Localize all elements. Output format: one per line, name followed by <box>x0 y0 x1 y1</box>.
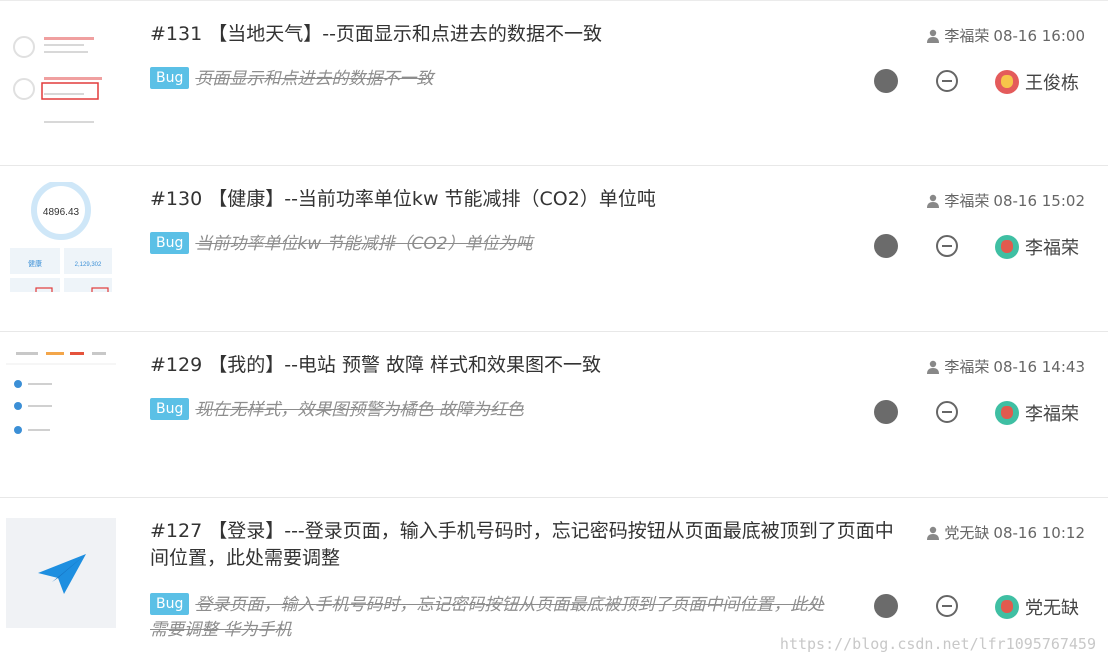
avatar <box>995 401 1019 425</box>
assignee[interactable]: 李福荣 <box>995 400 1079 426</box>
bug-badge: Bug <box>150 67 190 89</box>
user-icon <box>927 360 940 374</box>
assignee[interactable]: 李福荣 <box>995 234 1079 260</box>
avatar <box>995 595 1019 619</box>
issue-time: 08-16 15:02 <box>993 191 1085 210</box>
issue-meta: 李福荣 08-16 15:02 <box>926 190 1085 211</box>
issue-meta: 李福荣 08-16 14:43 <box>926 356 1085 377</box>
reporter-name: 李福荣 <box>944 192 990 210</box>
issue-title[interactable]: #130 【健康】--当前功率单位kw 节能减排（CO2）单位吨 <box>150 186 910 213</box>
watermark: https://blog.csdn.net/lfr1095767459 <box>779 635 1096 653</box>
issue-thumbnail[interactable] <box>6 518 116 628</box>
bug-badge: Bug <box>150 232 190 254</box>
thumbnail-label: 2,129,302 <box>75 262 102 268</box>
bug-badge: Bug <box>150 593 190 615</box>
issue-time: 08-16 16:00 <box>993 26 1085 45</box>
issue-time: 08-16 10:12 <box>993 523 1085 542</box>
issue-thumbnail[interactable] <box>6 348 116 458</box>
assignee-name: 李福荣 <box>1025 238 1079 259</box>
user-icon <box>927 29 940 43</box>
user-icon <box>927 194 940 208</box>
screenshot-thumbnail-image: 4896.43 健康 2,129,302 <box>10 182 112 292</box>
issue-title[interactable]: #129 【我的】--电站 预警 故障 样式和效果图不一致 <box>150 352 910 379</box>
user-icon <box>927 526 940 540</box>
issue-item[interactable]: #131 【当地天气】--页面显示和点进去的数据不一致 李福荣 08-16 16… <box>0 0 1108 166</box>
issue-description-row: Bug 登录页面，输入手机号码时，忘记密码按钮从页面最底被顶到了页面中间位置，此处… <box>150 593 830 643</box>
reporter-name: 李福荣 <box>944 358 990 376</box>
status-indicator[interactable] <box>874 594 898 618</box>
assignee-name: 党无缺 <box>1025 598 1079 619</box>
issue-description: 页面显示和点进去的数据不一致 <box>195 69 434 89</box>
status-indicator[interactable] <box>874 69 898 93</box>
avatar <box>995 70 1019 94</box>
assignee[interactable]: 王俊栋 <box>995 69 1079 95</box>
remove-button[interactable] <box>936 70 958 92</box>
assignee-name: 李福荣 <box>1025 404 1079 425</box>
remove-button[interactable] <box>936 235 958 257</box>
issue-title[interactable]: #131 【当地天气】--页面显示和点进去的数据不一致 <box>150 21 910 48</box>
thumbnail-label: 健康 <box>28 259 42 268</box>
bug-badge: Bug <box>150 398 190 420</box>
issue-time: 08-16 14:43 <box>993 357 1085 376</box>
issue-item[interactable]: #129 【我的】--电站 预警 故障 样式和效果图不一致 李福荣 08-16 … <box>0 332 1108 498</box>
issue-list: #131 【当地天气】--页面显示和点进去的数据不一致 李福荣 08-16 16… <box>0 0 1108 663</box>
issue-description-row: Bug 当前功率单位kw 节能减排（CO2）单位为吨 <box>150 232 830 257</box>
status-indicator[interactable] <box>874 234 898 258</box>
paper-plane-icon <box>38 554 86 594</box>
issue-item[interactable]: 4896.43 健康 2,129,302 #130 【健康】--当前功率单位kw… <box>0 166 1108 332</box>
remove-button[interactable] <box>936 401 958 423</box>
screenshot-thumbnail-image <box>6 352 116 434</box>
issue-description: 登录页面，输入手机号码时，忘记密码按钮从页面最底被顶到了页面中间位置，此处需要调… <box>150 595 825 640</box>
issue-description: 当前功率单位kw 节能减排（CO2）单位为吨 <box>195 234 533 254</box>
issue-meta: 党无缺 08-16 10:12 <box>926 522 1085 543</box>
reporter-name: 党无缺 <box>944 524 990 542</box>
status-indicator[interactable] <box>874 400 898 424</box>
avatar <box>995 235 1019 259</box>
issue-description-row: Bug 页面显示和点进去的数据不一致 <box>150 67 830 92</box>
screenshot-thumbnail-image <box>13 36 102 123</box>
assignee-name: 王俊栋 <box>1025 73 1079 94</box>
thumbnail-value: 4896.43 <box>43 207 80 218</box>
issue-thumbnail[interactable] <box>6 21 116 131</box>
issue-description-row: Bug 现在无样式，效果图预警为橘色 故障为红色 <box>150 398 830 423</box>
assignee[interactable]: 党无缺 <box>995 594 1079 620</box>
reporter-name: 李福荣 <box>944 27 990 45</box>
remove-button[interactable] <box>936 595 958 617</box>
issue-description: 现在无样式，效果图预警为橘色 故障为红色 <box>195 400 524 420</box>
issue-title[interactable]: #127 【登录】---登录页面，输入手机号码时，忘记密码按钮从页面最底被顶到了… <box>150 518 910 572</box>
issue-thumbnail[interactable]: 4896.43 健康 2,129,302 <box>6 182 116 292</box>
issue-meta: 李福荣 08-16 16:00 <box>926 25 1085 46</box>
